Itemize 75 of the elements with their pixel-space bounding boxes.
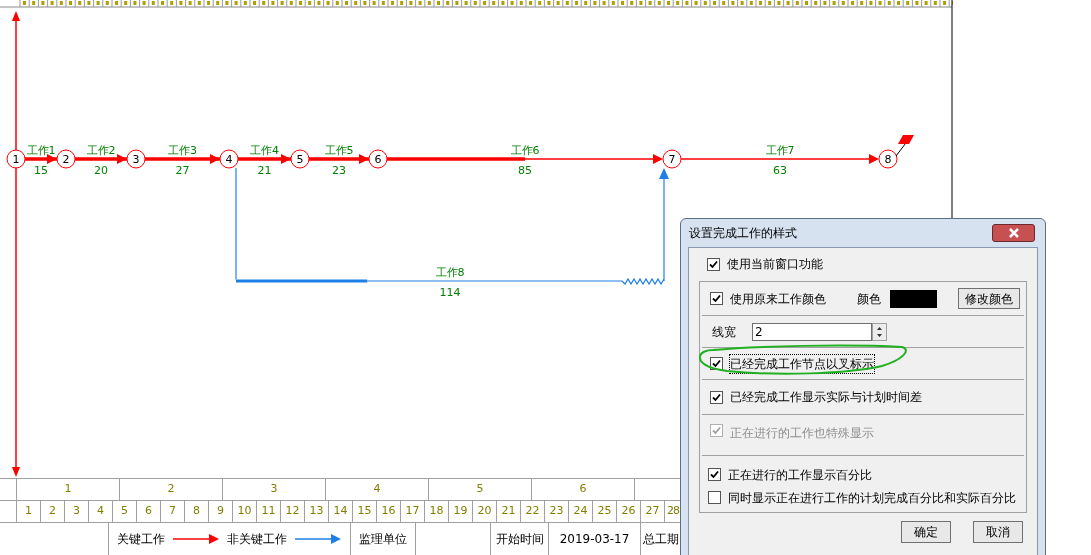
week-cell: 2 — [40, 501, 64, 522]
week-cell: 13 — [304, 501, 328, 522]
node-number: 7 — [668, 153, 676, 166]
node-number: 6 — [374, 153, 382, 166]
checkbox-label: 使用当前窗口功能 — [727, 256, 823, 273]
week-cell: 4 — [88, 501, 112, 522]
activity-duration: 63 — [773, 164, 787, 177]
activity-name: 工作5 — [324, 144, 354, 157]
change-color-button[interactable]: 修改颜色 — [958, 288, 1020, 309]
checkbox-label: 使用原来工作颜色 — [730, 290, 826, 308]
week-cell: 19 — [448, 501, 472, 522]
week-cell: 9 — [208, 501, 232, 522]
activity-name: 工作1 — [26, 144, 56, 157]
start-date: 2019-03-17 — [548, 523, 640, 555]
week-cell: 6 — [136, 501, 160, 522]
node-number: 1 — [12, 153, 20, 166]
checkbox-label: 正在进行的工作显示百分比 — [728, 466, 872, 484]
week-cell: 8 — [184, 501, 208, 522]
activity-duration: 27 — [175, 164, 190, 177]
activity-name: 工作2 — [86, 144, 116, 157]
checkbox-label: 同时显示正在进行工作的计划完成百分比和实际百分比 — [728, 489, 1016, 507]
input-field[interactable]: 2 — [752, 322, 872, 341]
week-cell: 10 — [232, 501, 256, 522]
week-cell: 12 — [280, 501, 304, 522]
activity-name: 工作8 — [435, 266, 465, 279]
week-cell: 5 — [112, 501, 136, 522]
activity-name: 工作6 — [510, 144, 540, 157]
week-cell: 18 — [424, 501, 448, 522]
month-cell: 2 — [119, 479, 222, 500]
node-number: 3 — [132, 153, 140, 166]
activity-name: 工作7 — [765, 144, 795, 157]
week-cell: 23 — [544, 501, 568, 522]
month-cell: 4 — [325, 479, 428, 500]
legend-label: 关键工作 — [117, 531, 165, 548]
week-cell: 25 — [592, 501, 616, 522]
week-cell: 27 — [640, 501, 664, 522]
week-cell: 17 — [400, 501, 424, 522]
legend-label: 非关键工作 — [227, 531, 287, 548]
node-number: 8 — [884, 153, 892, 166]
activity-duration: 21 — [257, 164, 272, 177]
week-cell: 14 — [328, 501, 352, 522]
activity-duration: 20 — [94, 164, 108, 177]
color-label: 颜色 — [857, 290, 881, 308]
week-cell: 15 — [352, 501, 376, 522]
activity-name: 工作3 — [168, 144, 197, 157]
dialog-button[interactable]: 确定 — [901, 521, 951, 543]
dialog-title: 设置完成工作的样式 — [689, 225, 797, 242]
activity-duration: 114 — [439, 286, 461, 299]
month-cell: 1 — [16, 479, 119, 500]
field-label: 线宽 — [712, 323, 737, 341]
week-cell: 1 — [16, 501, 40, 522]
week-cell: 22 — [520, 501, 544, 522]
week-cell: 11 — [256, 501, 280, 522]
node-number: 4 — [225, 153, 233, 166]
table-label: 开始时间 — [490, 523, 548, 555]
activity-name: 工作4 — [250, 144, 279, 157]
month-cell: 3 — [222, 479, 325, 500]
week-cell: 7 — [160, 501, 184, 522]
week-cell: 21 — [496, 501, 520, 522]
month-cell: 6 — [531, 479, 634, 500]
week-cell: 26 — [616, 501, 640, 522]
node-number: 2 — [62, 153, 70, 166]
node-number: 5 — [296, 153, 304, 166]
week-cell: 20 — [472, 501, 496, 522]
week-cell: 3 — [64, 501, 88, 522]
activity-duration: 85 — [518, 164, 532, 177]
checkbox-label: 已经完成工作显示实际与计划时间差 — [730, 389, 922, 406]
month-cell: 5 — [428, 479, 531, 500]
activity-duration: 23 — [332, 164, 346, 177]
week-cell: 16 — [376, 501, 400, 522]
week-cell: 24 — [568, 501, 592, 522]
table-label: 监理单位 — [350, 523, 415, 555]
activity-duration: 15 — [34, 164, 48, 177]
checkbox-label: 正在进行的工作也特殊显示 — [730, 425, 874, 442]
dialog-button[interactable]: 取消 — [973, 521, 1023, 543]
